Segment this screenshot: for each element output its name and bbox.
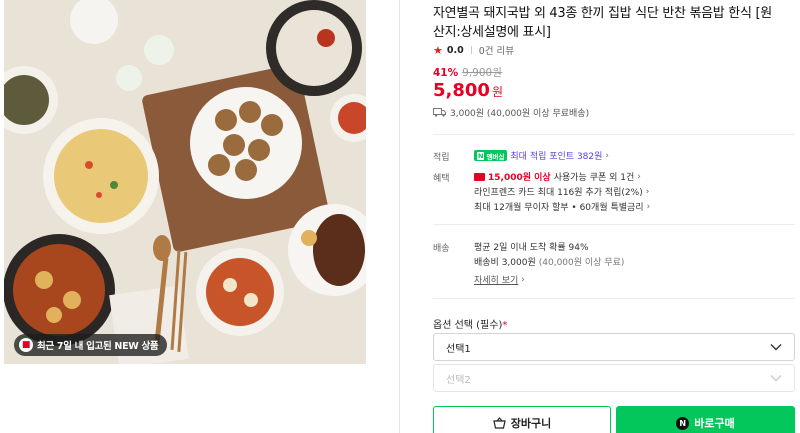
chevron-down-icon: [770, 375, 782, 382]
star-icon: ★: [433, 43, 443, 57]
buy-label: 바로구매: [694, 417, 735, 430]
new-product-badge: ■ 최근 7일 내 입고된 NEW 상품: [14, 334, 168, 356]
option-select-1-value: 선택1: [446, 343, 471, 355]
chevron-down-icon: [770, 344, 782, 351]
coupon-icon: [474, 172, 485, 181]
arrival-row: 평균 2일 이내 도착 확률 94%: [474, 240, 589, 253]
delivery-fee-note: (40,000원 이상 무료): [538, 258, 625, 268]
rating-value: 0.0: [446, 44, 464, 56]
add-to-cart-button[interactable]: 장바구니: [433, 406, 611, 433]
gift-icon: ■: [19, 338, 33, 352]
npay-membership-badge: N 멤버십: [474, 150, 508, 161]
delivery-more-link[interactable]: 자세히 보기 ›: [474, 273, 525, 287]
more-link-text: 자세히 보기: [474, 276, 519, 286]
option-label: 옵션 선택 (필수)*: [433, 320, 508, 331]
option-select-2-value: 선택2: [446, 374, 471, 386]
price-unit: 원: [491, 85, 503, 99]
chevron-right-icon: ›: [521, 274, 525, 285]
section-divider: [433, 224, 795, 225]
badge-text: 최근 7일 내 입고된 NEW 상품: [37, 341, 159, 352]
sale-price: 5,800: [433, 80, 490, 101]
buy-now-button[interactable]: N 바로구매: [616, 406, 795, 433]
divider: [470, 46, 472, 54]
product-image[interactable]: ■ 최근 7일 내 입고된 NEW 상품: [4, 0, 366, 364]
option-select-2[interactable]: 선택2: [433, 364, 795, 392]
benefit-label: 혜택: [433, 174, 450, 184]
delivery-label: 배송: [433, 244, 450, 254]
points-text: 최대 적립 포인트 382원: [510, 152, 603, 162]
chevron-right-icon: ›: [637, 171, 641, 182]
required-mark: *: [502, 320, 508, 331]
points-label: 적립: [433, 153, 450, 163]
installment-text: 최대 12개월 무이자 할부 • 60개월 특별금리: [474, 203, 644, 213]
card-point-text: 라인프렌즈 카드 최대 116원 추가 적립(2%): [474, 188, 643, 198]
basket-icon: [493, 417, 506, 429]
discount-rate: 41%: [433, 67, 459, 79]
points-row[interactable]: N 멤버십 최대 적립 포인트 382원 ›: [474, 149, 609, 162]
chevron-right-icon: ›: [605, 150, 610, 161]
shipping-text: 3,000원 (40,000원 이상 무료배송): [450, 109, 590, 119]
coupon-threshold: 15,000원 이상: [488, 173, 551, 183]
price-row: 5,800 원: [433, 80, 503, 101]
review-count-link[interactable]: 0건 리뷰: [479, 43, 514, 57]
section-divider: [433, 298, 795, 299]
arrival-text: 평균 2일 이내 도착 확률 94%: [474, 243, 589, 253]
section-divider: [433, 134, 795, 135]
chevron-right-icon: ›: [645, 186, 650, 197]
discount-row: 41% 9,900원: [433, 65, 502, 80]
panel-divider: [399, 0, 400, 433]
truck-icon: [433, 108, 446, 117]
shipping-row: 3,000원 (40,000원 이상 무료배송): [433, 106, 589, 119]
food-photo: [4, 0, 366, 364]
cart-label: 장바구니: [510, 417, 552, 430]
original-price: 9,900원: [462, 67, 502, 79]
option-select-1[interactable]: 선택1: [433, 333, 795, 361]
delivery-fee-row: 배송비 3,000원 (40,000원 이상 무료): [474, 255, 624, 268]
coupon-text: 사용가능 쿠폰 외 1건: [553, 173, 635, 183]
installment-row[interactable]: 최대 12개월 무이자 할부 • 60개월 특별금리 ›: [474, 200, 651, 214]
npay-icon: N: [676, 416, 690, 430]
rating-row: ★ 0.0 0건 리뷰: [433, 43, 514, 58]
coupon-row[interactable]: 15,000원 이상 사용가능 쿠폰 외 1건 ›: [474, 170, 641, 183]
delivery-fee: 배송비 3,000원: [474, 258, 536, 268]
chevron-right-icon: ›: [646, 201, 651, 212]
product-title: 자연별곡 돼지국밥 외 43종 한끼 집밥 식단 반찬 볶음밥 한식 [원산지:…: [433, 6, 772, 40]
card-point-row[interactable]: 라인프렌즈 카드 최대 116원 추가 적립(2%) ›: [474, 185, 650, 199]
